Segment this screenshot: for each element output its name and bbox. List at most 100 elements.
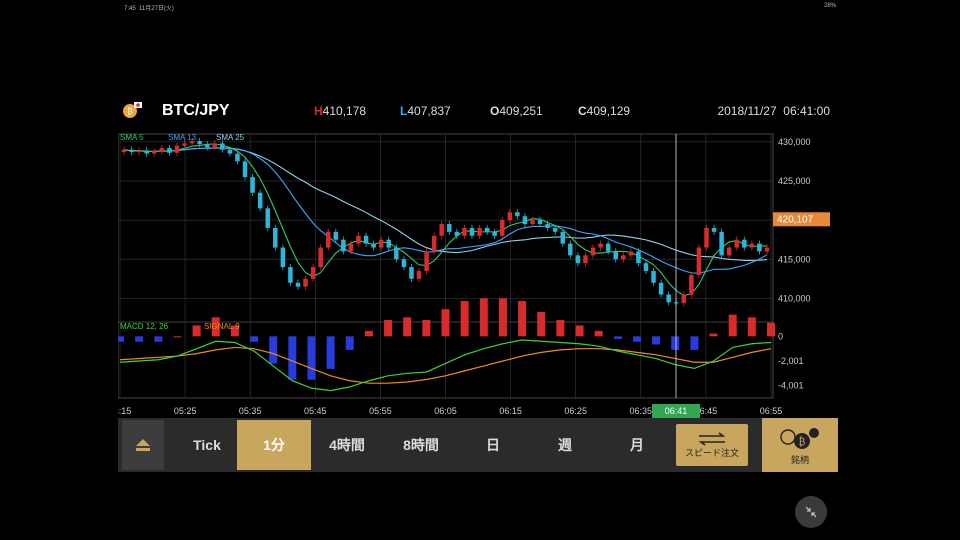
tab-tick[interactable]: Tick (170, 420, 244, 470)
x-tick-label: 06:55 (760, 406, 783, 416)
candle-body (734, 239, 739, 248)
candle-body (545, 224, 550, 228)
collapse-button[interactable] (795, 496, 827, 528)
macd-histogram-bar (422, 320, 431, 337)
x-tick-label: 06:25 (564, 406, 587, 416)
x-tick-label: 05:15 (118, 406, 131, 416)
candle-body (749, 243, 755, 248)
candle-body (159, 148, 165, 152)
candle-body (462, 227, 467, 236)
collapse-arrows-icon (805, 506, 817, 518)
candle-body (704, 227, 709, 248)
tab-day[interactable]: 日 (456, 420, 530, 470)
macd-histogram-bar (307, 336, 316, 380)
candle-body (416, 271, 422, 279)
tab-4hour[interactable]: 4時間 (310, 420, 384, 470)
candle-body (643, 263, 649, 272)
candle-body (719, 231, 724, 256)
macd-legend-label: MACD 12, 26 (120, 322, 169, 331)
x-tick-label: 06:05 (434, 406, 457, 416)
macd-histogram-bar (403, 317, 412, 337)
candle-body (265, 208, 270, 228)
pair-name[interactable]: BTC/JPY (162, 102, 230, 120)
candle-body (136, 150, 142, 153)
candle-body (273, 227, 278, 248)
candle-body (424, 251, 429, 272)
x-tick-label: 06:35 (630, 406, 653, 416)
candle-body (129, 149, 134, 153)
x-tick-label: 05:45 (304, 406, 327, 416)
candle-body (696, 247, 702, 275)
symbol-menu-label: 銘柄 (790, 455, 809, 465)
candle-body (257, 192, 263, 209)
macd-histogram-bar (652, 336, 661, 345)
candle-body (590, 247, 596, 256)
candle-body (394, 247, 399, 260)
candle-body (310, 267, 316, 279)
candle-body (371, 243, 376, 248)
candle-body (454, 231, 460, 236)
candle-body (348, 243, 354, 252)
macd-histogram-bar (135, 336, 144, 342)
macd-histogram-bar (518, 301, 527, 337)
candle-body (537, 220, 543, 225)
candle-body (484, 227, 490, 232)
eject-icon (136, 439, 150, 451)
candle-body (757, 243, 762, 252)
candle-timestamp: 2018/11/27 06:41:00 (717, 104, 830, 118)
symbol-menu-button[interactable]: ₿ 銘柄 (762, 418, 838, 472)
candle-body (431, 235, 437, 252)
speed-order-button[interactable]: スピード注文 (676, 424, 748, 466)
sma-legend-label: SMA 13 (168, 133, 197, 142)
status-bar: 7:45 11月27日(火) 28% (0, 0, 960, 14)
x-tick-label: 06:15 (499, 406, 522, 416)
macd-y-tick-label: -4,001 (778, 381, 804, 391)
swap-arrows-icon (698, 431, 726, 446)
tab-1min[interactable]: 1分 (237, 420, 311, 470)
candle-body (447, 224, 452, 232)
tab-8hour[interactable]: 8時間 (384, 420, 458, 470)
close-price: C409,129 (578, 104, 631, 118)
macd-histogram-bar (575, 325, 584, 337)
candle-body (333, 231, 339, 240)
timeframe-toolbar: Tick 1分 4時間 8時間 日 週 月 スピード注文 ₿ 銘柄 (118, 418, 838, 472)
candle-body (182, 143, 187, 146)
macd-histogram-bar (728, 314, 737, 337)
macd-y-tick-label: -2,001 (778, 356, 804, 366)
tab-week[interactable]: 週 (528, 420, 602, 470)
candle-body (401, 259, 407, 268)
tab-month[interactable]: 月 (600, 420, 674, 470)
y-tick-label: 425,000 (778, 176, 811, 186)
candle-body (212, 143, 218, 148)
y-tick-label: 415,000 (778, 254, 811, 264)
macd-histogram-bar (192, 325, 201, 337)
candle-body (280, 247, 286, 268)
macd-histogram-bar (384, 320, 393, 337)
macd-histogram-bar (479, 298, 488, 337)
candle-body (583, 255, 588, 264)
candle-body (477, 227, 482, 236)
x-tick-label: 05:25 (174, 406, 197, 416)
price-chart[interactable]: 430,000425,000420,000415,000410,00005:15… (118, 130, 830, 418)
signal-legend-label: SIGNAL 9 (204, 322, 240, 331)
candle-body (295, 282, 301, 287)
candle-body (575, 255, 581, 264)
candle-body (242, 161, 248, 178)
sma-legend-label: SMA 5 (120, 133, 144, 142)
candle-body (560, 231, 565, 244)
macd-histogram-bar (632, 336, 641, 342)
candle-body (628, 251, 634, 256)
status-time: 7:45 (124, 6, 136, 12)
candle-body (507, 212, 513, 221)
macd-histogram-bar (690, 336, 699, 350)
candle-body (651, 271, 656, 283)
candle-body (288, 267, 293, 283)
open-price: O409,251 (490, 104, 543, 118)
macd-histogram-bar (173, 336, 182, 338)
candle-body (227, 149, 233, 154)
eject-button[interactable] (122, 420, 164, 470)
candle-body (469, 227, 475, 236)
macd-histogram-bar (364, 330, 373, 337)
current-price-value: 420,107 (777, 214, 814, 225)
y-tick-label: 410,000 (778, 293, 811, 303)
